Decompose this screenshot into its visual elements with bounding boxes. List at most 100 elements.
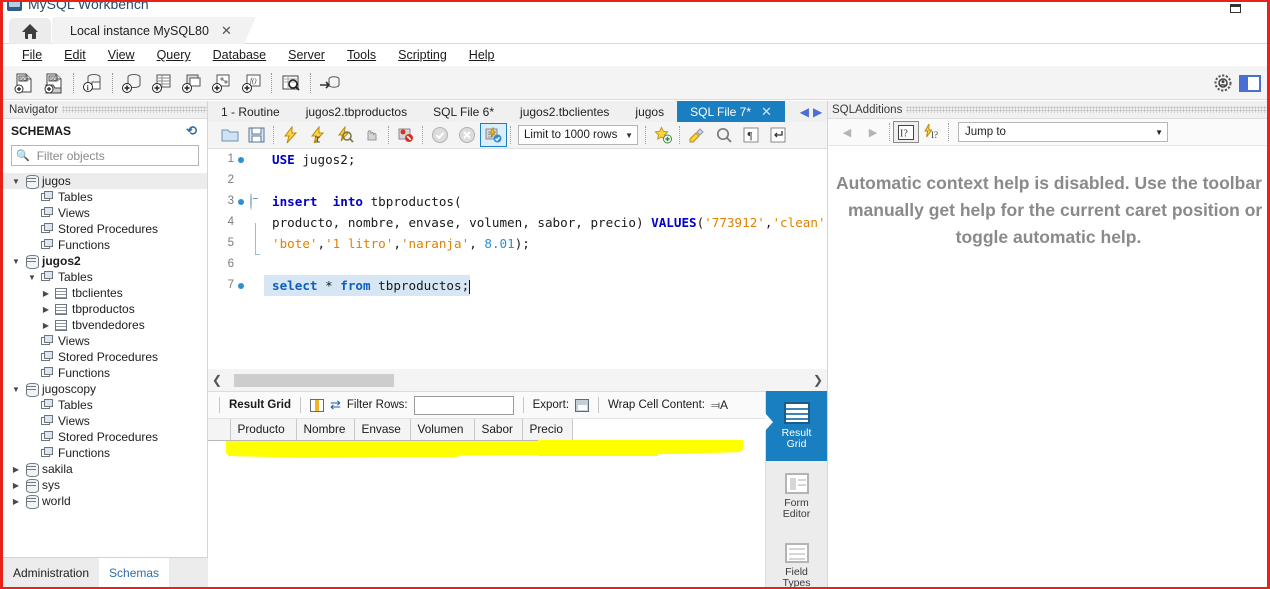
form-editor-tab[interactable]: Form Editor <box>766 461 827 531</box>
new-table-icon[interactable] <box>147 69 177 97</box>
expand-arrow-closed-icon[interactable]: ▶ <box>39 289 53 298</box>
code-line[interactable]: 3 insert into tbproductos( <box>208 191 827 212</box>
search-data-icon[interactable] <box>276 69 306 97</box>
menu-item-view[interactable]: View <box>97 46 146 64</box>
new-sql-file-icon[interactable]: SQL <box>9 69 39 97</box>
explain-statement-icon[interactable] <box>331 123 358 147</box>
close-icon[interactable]: ✕ <box>221 23 232 39</box>
code-line[interactable]: 5 'bote','1 litro','naranja', 8.01); <box>208 233 827 255</box>
toggle-word-wrap-icon[interactable] <box>764 123 791 147</box>
sql-additions-grip[interactable] <box>906 106 1267 113</box>
tree-item-stored-procedures[interactable]: Stored Procedures <box>3 221 207 237</box>
tree-item-functions[interactable]: Functions <box>3 365 207 381</box>
tree-item-views[interactable]: Views <box>3 205 207 221</box>
navigator-grip[interactable] <box>62 106 207 113</box>
tree-item-functions[interactable]: Functions <box>3 445 207 461</box>
tab-administration[interactable]: Administration <box>3 558 99 587</box>
toggle-stop-on-error-icon[interactable] <box>392 123 419 147</box>
add-snippet-icon[interactable] <box>649 123 676 147</box>
automatic-help-icon[interactable]: I? <box>919 121 945 143</box>
reconnect-server-icon[interactable] <box>315 69 345 97</box>
context-help-icon[interactable]: I? <box>893 121 919 143</box>
save-file-icon[interactable] <box>243 123 270 147</box>
menu-item-query[interactable]: Query <box>146 46 202 64</box>
tree-item-functions[interactable]: Functions <box>3 237 207 253</box>
tree-item-stored-procedures[interactable]: Stored Procedures <box>3 349 207 365</box>
tree-item-world[interactable]: ▶ world <box>3 493 207 509</box>
execute-current-statement-icon[interactable] <box>304 123 331 147</box>
tree-item-views[interactable]: Views <box>3 413 207 429</box>
toggle-sidebar-icon[interactable] <box>1239 74 1261 92</box>
commit-icon[interactable] <box>426 123 453 147</box>
expand-arrow-closed-icon[interactable]: ▶ <box>9 481 23 490</box>
tree-item-jugos[interactable]: ▼ jugos <box>3 173 207 189</box>
tree-item-tables[interactable]: Tables <box>3 189 207 205</box>
tree-item-sys[interactable]: ▶ sys <box>3 477 207 493</box>
column-header-precio[interactable]: Precio <box>522 419 573 441</box>
expand-arrow-closed-icon[interactable]: ▶ <box>39 305 53 314</box>
filter-rows-input[interactable] <box>413 395 514 415</box>
expand-arrow-open-icon[interactable]: ▼ <box>9 385 23 394</box>
editor-tab-sql-file-7[interactable]: SQL File 7* ✕ <box>677 101 785 122</box>
expand-arrow-open-icon[interactable]: ▼ <box>9 177 23 186</box>
column-header-envase[interactable]: Envase <box>354 419 411 441</box>
expand-arrow-open-icon[interactable]: ▼ <box>25 273 39 282</box>
tree-item-views[interactable]: Views <box>3 333 207 349</box>
limit-rows-select[interactable]: Limit to 1000 rows ▼ <box>518 125 638 145</box>
arrow-left-icon[interactable]: ◀ <box>800 105 809 119</box>
toggle-invisible-chars-icon[interactable]: ¶ <box>737 123 764 147</box>
beautify-query-icon[interactable] <box>683 123 710 147</box>
result-grid[interactable]: Producto Nombre Envase Volumen Sabor Precio <box>208 419 827 587</box>
export-recordset-icon[interactable] <box>575 398 590 412</box>
new-function-icon[interactable]: f() <box>237 69 267 97</box>
tree-item-jugoscopy[interactable]: ▼ jugoscopy <box>3 381 207 397</box>
chevron-left-icon[interactable]: ❮ <box>208 373 226 387</box>
column-header-producto[interactable]: Producto <box>230 419 297 441</box>
column-header-sabor[interactable]: Sabor <box>474 419 523 441</box>
field-types-tab[interactable]: Field Types <box>766 531 827 587</box>
code-line[interactable]: 4 producto, nombre, envase, volumen, sabo… <box>208 212 827 244</box>
code-line[interactable]: 2 <box>208 170 827 191</box>
arrow-right-icon[interactable]: ▶ <box>813 105 822 119</box>
expand-arrow-closed-icon[interactable]: ▶ <box>39 321 53 330</box>
tree-item-sakila[interactable]: ▶ sakila <box>3 461 207 477</box>
menu-item-server[interactable]: Server <box>277 46 336 64</box>
editor-tab-jugos2-tbclientes[interactable]: jugos2.tbclientes <box>507 101 622 122</box>
column-header-volumen[interactable]: Volumen <box>410 419 475 441</box>
tree-item-stored-procedures[interactable]: Stored Procedures <box>3 429 207 445</box>
rollback-icon[interactable] <box>453 123 480 147</box>
tree-item-tbproductos[interactable]: ▶ tbproductos <box>3 301 207 317</box>
menu-item-tools[interactable]: Tools <box>336 46 387 64</box>
restore-window-icon[interactable] <box>1230 4 1241 13</box>
filter-objects-input[interactable] <box>34 147 198 164</box>
editor-tab-sql-file-6[interactable]: SQL File 6* <box>420 101 507 122</box>
editor-tab-jugos2-tbproductos[interactable]: jugos2.tbproductos <box>293 101 420 122</box>
instance-tab[interactable]: Local instance MySQL80 ✕ <box>52 17 256 44</box>
tree-item-tbvendedores[interactable]: ▶ tbvendedores <box>3 317 207 333</box>
code-line[interactable]: 1 USE jugos2; <box>208 149 827 170</box>
arrow-right-icon[interactable]: ▶ <box>860 126 886 139</box>
arrow-left-icon[interactable]: ◀ <box>834 126 860 139</box>
tree-item-tables[interactable]: Tables <box>3 397 207 413</box>
wrap-cell-icon[interactable]: ⫤A <box>711 398 728 413</box>
settings-gear-icon[interactable] <box>1213 73 1233 93</box>
toggle-autocommit-icon[interactable] <box>480 123 507 147</box>
filter-objects-box[interactable]: 🔍 <box>11 145 199 166</box>
tab-schemas[interactable]: Schemas <box>99 558 170 587</box>
menu-item-scripting[interactable]: Scripting <box>387 46 458 64</box>
code-fold-icon[interactable] <box>248 191 264 212</box>
editor-horizontal-scrollbar[interactable]: ❮ ❯ <box>208 369 827 391</box>
jump-to-select[interactable]: Jump to ▼ <box>958 122 1168 142</box>
menu-item-edit[interactable]: Edit <box>53 46 97 64</box>
open-file-icon[interactable] <box>216 123 243 147</box>
menu-item-file[interactable]: File <box>11 46 53 64</box>
result-grid-tab[interactable]: Result Grid <box>765 391 827 461</box>
scrollbar-track[interactable] <box>226 373 809 387</box>
code-line[interactable]: 6 <box>208 254 827 275</box>
refresh-sync-icon[interactable]: ⇄ <box>330 397 341 413</box>
column-header-nombre[interactable]: Nombre <box>296 419 355 441</box>
stop-execution-icon[interactable] <box>358 123 385 147</box>
close-icon[interactable]: ✕ <box>761 104 772 120</box>
tree-item-tbclientes[interactable]: ▶ tbclientes <box>3 285 207 301</box>
tree-item-tables[interactable]: ▼ Tables <box>3 269 207 285</box>
